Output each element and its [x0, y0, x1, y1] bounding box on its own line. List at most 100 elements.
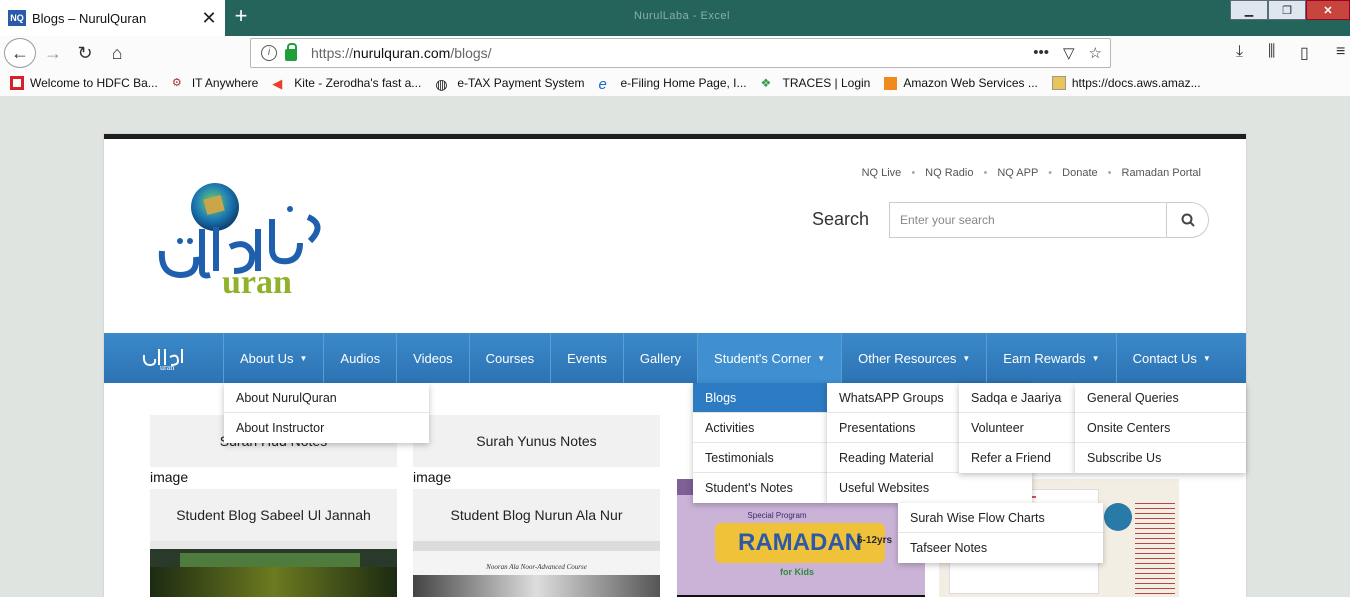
menu-about-nurulquran[interactable]: About NurulQuran	[224, 383, 429, 413]
bookmark-star-icon[interactable]: ☆	[1089, 44, 1102, 62]
nav-label: Gallery	[639, 350, 682, 366]
ramadan-badge: Special Program	[747, 511, 807, 520]
caret-down-icon: ▼	[962, 353, 971, 363]
menu-about-instructor[interactable]: About Instructor	[224, 413, 429, 443]
bookmark-traces[interactable]: ❖ TRACES | Login	[761, 76, 871, 90]
nav-label: Other Resources	[858, 350, 957, 366]
close-tab-icon[interactable]: ✕	[201, 9, 217, 27]
top-links: NQ Live • NQ Radio • NQ APP • Donate • R…	[852, 167, 1201, 179]
nav-events[interactable]: Events	[551, 333, 624, 383]
nav-earn-rewards[interactable]: Earn Rewards ▼	[987, 333, 1117, 383]
docs-icon	[1051, 76, 1066, 90]
nav-home-logo[interactable]: uran	[104, 333, 224, 383]
donate-link[interactable]: Donate	[1062, 167, 1097, 179]
ramadan-sub: for Kids	[779, 567, 814, 577]
nav-label: Contact Us	[1132, 350, 1197, 366]
home-icon[interactable]: ⌂	[102, 39, 132, 67]
browser-tab-bar: NQ Blogs – NurulQuran ✕ + NurulLaba - Ex…	[0, 0, 1350, 36]
card-nurun-ala-nur-title[interactable]: Student Blog Nurun Ala Nur	[413, 489, 660, 541]
nurulquran-logo[interactable]: uran	[150, 179, 325, 301]
menu-activities[interactable]: Activities	[693, 413, 827, 443]
page-actions-icon[interactable]: •••	[1033, 44, 1049, 62]
website-container: NQ Live • NQ Radio • NQ APP • Donate • R…	[104, 134, 1246, 597]
nav-videos[interactable]: Videos	[397, 333, 470, 383]
menu-volunteer[interactable]: Volunteer	[959, 413, 1075, 443]
card-sabeel-ul-jannah-title[interactable]: Student Blog Sabeel Ul Jannah	[150, 489, 397, 541]
nav-gallery[interactable]: Gallery	[624, 333, 699, 383]
bookmark-label: https://docs.aws.amaz...	[1071, 76, 1201, 90]
nav-audios[interactable]: Audios	[324, 333, 398, 383]
nav-contact-us[interactable]: Contact Us ▼	[1117, 333, 1227, 383]
menu-useful-websites[interactable]: Useful Websites	[827, 473, 1032, 503]
earn-rewards-dropdown: Sadqa e Jaariya Volunteer Refer a Friend	[959, 383, 1075, 473]
menu-subscribe-us[interactable]: Subscribe Us	[1075, 443, 1246, 473]
ramadan-portal-link[interactable]: Ramadan Portal	[1122, 167, 1202, 179]
bookmark-efiling[interactable]: e e-Filing Home Page, I...	[598, 76, 747, 93]
search-button[interactable]	[1166, 203, 1208, 237]
download-icon[interactable]: ⤓	[1236, 43, 1243, 61]
menu-students-notes[interactable]: Student's Notes	[693, 473, 827, 503]
nav-other-resources[interactable]: Other Resources ▼	[842, 333, 988, 383]
nq-favicon-icon: NQ	[8, 10, 26, 26]
menu-icon[interactable]: ≡	[1336, 43, 1345, 61]
bookmark-it-anywhere[interactable]: ⚙ IT Anywhere	[172, 76, 258, 90]
bookmark-aws[interactable]: Amazon Web Services ...	[884, 76, 1038, 90]
caret-down-icon: ▼	[1202, 353, 1211, 363]
nav-logo-icon: uran	[142, 349, 183, 371]
address-bar[interactable]: i https://nurulquran.com/blogs/ ••• ▽ ☆	[250, 38, 1111, 68]
maximize-icon[interactable]: ❐	[1268, 0, 1306, 20]
menu-blogs[interactable]: Blogs	[693, 383, 827, 413]
card-title: Student Blog Nurun Ala Nur	[450, 507, 623, 523]
nav-label: Earn Rewards	[1003, 350, 1086, 366]
bookmark-label: e-Filing Home Page, I...	[620, 76, 747, 90]
search-icon	[1181, 213, 1195, 227]
caret-down-icon: ▼	[817, 353, 826, 363]
menu-general-queries[interactable]: General Queries	[1075, 383, 1246, 413]
menu-surah-wise-flow-charts[interactable]: Surah Wise Flow Charts	[898, 503, 1103, 533]
thumb-logo	[1104, 503, 1132, 531]
card-title: Student Blog Sabeel Ul Jannah	[176, 507, 371, 523]
other-resources-dropdown-continued: Surah Wise Flow Charts Tafseer Notes	[898, 503, 1103, 563]
back-arrow-icon[interactable]: ←	[4, 38, 36, 68]
nq-radio-link[interactable]: NQ Radio	[925, 167, 973, 179]
bookmark-kite[interactable]: ◀ Kite - Zerodha's fast a...	[272, 76, 421, 91]
lock-icon	[285, 42, 297, 61]
card-surah-yunus-title[interactable]: Surah Yunus Notes	[413, 415, 660, 467]
reload-icon[interactable]: ↻	[70, 39, 100, 67]
bookmark-hdfc[interactable]: Welcome to HDFC Ba...	[10, 76, 158, 90]
menu-onsite-centers[interactable]: Onsite Centers	[1075, 413, 1246, 443]
url-text[interactable]: https://nurulquran.com/blogs/	[311, 45, 1033, 61]
bookmark-aws-docs[interactable]: https://docs.aws.amaz...	[1051, 76, 1201, 90]
thumb-image-strip	[413, 575, 660, 597]
bookmark-etax[interactable]: ◍ e-TAX Payment System	[435, 76, 585, 92]
menu-sadqa-e-jaariya[interactable]: Sadqa e Jaariya	[959, 383, 1075, 413]
nav-students-corner[interactable]: Student's Corner ▼	[698, 333, 843, 383]
kite-icon: ◀	[272, 76, 283, 91]
close-window-icon[interactable]: ✕	[1306, 0, 1350, 20]
nq-app-link[interactable]: NQ APP	[997, 167, 1038, 179]
tab-title: Blogs – NurulQuran	[32, 10, 147, 26]
nav-about-us[interactable]: About Us ▼	[224, 333, 325, 383]
pocket-icon[interactable]: ▽	[1063, 44, 1075, 62]
menu-tafseer-notes[interactable]: Tafseer Notes	[898, 533, 1103, 563]
browser-tab[interactable]: NQ Blogs – NurulQuran ✕	[0, 0, 225, 36]
library-icon[interactable]: ⫼	[1268, 43, 1275, 61]
bookmark-label: e-TAX Payment System	[457, 76, 585, 90]
nq-live-link[interactable]: NQ Live	[862, 167, 902, 179]
menu-testimonials[interactable]: Testimonials	[693, 443, 827, 473]
separator-dot: •	[1048, 167, 1053, 179]
site-info-icon[interactable]: i	[261, 45, 277, 61]
bookmarks-toolbar: Welcome to HDFC Ba... ⚙ IT Anywhere ◀ Kite…	[0, 70, 1350, 96]
new-tab-icon[interactable]: +	[230, 4, 252, 30]
sidebar-icon[interactable]: ▯	[1300, 43, 1309, 63]
menu-refer-a-friend[interactable]: Refer a Friend	[959, 443, 1075, 473]
it-anywhere-icon: ⚙	[171, 77, 182, 89]
nav-label: Videos	[413, 350, 453, 366]
hdfc-icon	[10, 76, 24, 90]
minimize-icon[interactable]: ▁	[1230, 0, 1268, 20]
nav-courses[interactable]: Courses	[470, 333, 552, 383]
search-input[interactable]	[890, 203, 1166, 237]
sabeel-thumbnail[interactable]	[150, 541, 397, 597]
nurun-thumbnail[interactable]: Nooran Ala Noor-Advanced Course	[413, 541, 660, 597]
forward-arrow-icon[interactable]: →	[38, 39, 68, 67]
